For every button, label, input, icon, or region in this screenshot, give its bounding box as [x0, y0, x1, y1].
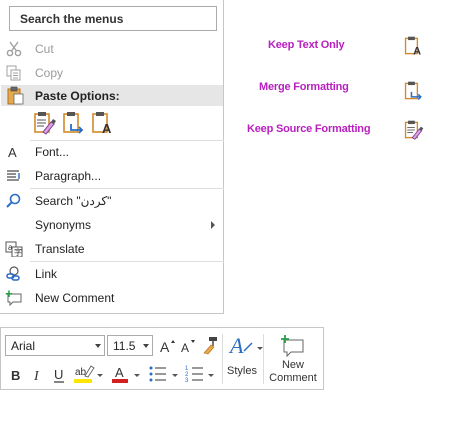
- menu-item-translate[interactable]: a 字 Translate: [0, 237, 224, 261]
- menu-item-link[interactable]: Link: [0, 262, 224, 286]
- translate-icon: a 字: [5, 241, 23, 257]
- paste-options-header: Paste Options:: [1, 85, 223, 106]
- font-size-value: 11.5: [113, 339, 136, 353]
- paragraph-icon: [7, 170, 20, 181]
- menu-item-cut-label: Cut: [35, 42, 54, 56]
- numbering-icon[interactable]: 1 2 3: [185, 364, 205, 384]
- font-color-dropdown-icon[interactable]: [134, 374, 140, 377]
- keep-source-formatting-icon: [404, 120, 424, 140]
- paste-options-label: Paste Options:: [35, 89, 120, 103]
- menu-item-paragraph-label: Paragraph...: [35, 169, 102, 183]
- menu-item-paragraph[interactable]: Paragraph...: [0, 164, 224, 188]
- merge-formatting-caption: Merge Formatting: [259, 81, 349, 93]
- keep-source-formatting-caption: Keep Source Formatting: [247, 123, 371, 135]
- font-name-value: Arial: [11, 339, 36, 353]
- svg-text:A: A: [102, 121, 112, 136]
- font-name-combobox[interactable]: Arial: [5, 335, 105, 356]
- highlight-dropdown-icon[interactable]: [97, 374, 103, 377]
- underline-icon[interactable]: U: [52, 365, 68, 385]
- menu-item-link-label: Link: [35, 267, 58, 281]
- svg-text:A: A: [181, 341, 189, 355]
- menu-item-translate-label: Translate: [35, 242, 85, 256]
- new-comment-icon: [5, 290, 22, 306]
- menu-item-search-label: Search "کردن": [35, 194, 112, 208]
- new-comment-label-line1: New: [281, 359, 304, 371]
- menu-item-copy[interactable]: Copy: [0, 61, 224, 85]
- toolbar-separator: [263, 334, 264, 384]
- search-menus-input[interactable]: Search the menus: [9, 6, 217, 31]
- numbering-dropdown-icon[interactable]: [208, 374, 214, 377]
- format-painter-icon[interactable]: [200, 335, 220, 355]
- new-comment-icon[interactable]: [280, 334, 306, 358]
- italic-icon[interactable]: I: [31, 365, 45, 385]
- search-icon: [6, 193, 21, 208]
- shrink-font-icon[interactable]: A: [179, 336, 199, 356]
- svg-text:A: A: [160, 339, 170, 355]
- bold-icon[interactable]: B: [9, 365, 23, 385]
- submenu-arrow-icon: [211, 221, 215, 229]
- font-size-combobox[interactable]: 11.5: [107, 335, 153, 356]
- menu-item-synonyms-label: Synonyms: [35, 218, 92, 232]
- svg-text:3: 3: [185, 378, 189, 384]
- menu-item-font[interactable]: A Font...: [0, 140, 224, 164]
- svg-text:字: 字: [14, 247, 22, 257]
- menu-item-synonyms[interactable]: Synonyms: [0, 213, 224, 237]
- menu-item-new-comment-label: New Comment: [35, 291, 115, 305]
- keep-text-only-caption: Keep Text Only: [268, 39, 345, 51]
- font-icon: A: [8, 145, 17, 160]
- svg-text:A: A: [115, 365, 124, 380]
- keep-source-formatting-icon[interactable]: [32, 110, 58, 136]
- svg-text:A: A: [8, 145, 17, 160]
- svg-text:A: A: [413, 45, 421, 57]
- menu-item-cut[interactable]: Cut: [0, 37, 224, 61]
- font-color-icon[interactable]: A: [111, 363, 131, 383]
- menu-item-new-comment[interactable]: New Comment: [0, 286, 224, 310]
- styles-icon[interactable]: A: [228, 333, 256, 357]
- keep-text-only-icon[interactable]: A: [90, 110, 116, 136]
- link-icon: [6, 266, 20, 281]
- merge-formatting-icon: [404, 81, 422, 101]
- mini-toolbar: Arial 11.5 A A A Styles New Comment B I: [0, 327, 324, 390]
- bullets-dropdown-icon[interactable]: [172, 374, 178, 377]
- menu-item-copy-label: Copy: [35, 66, 64, 80]
- svg-text:I: I: [33, 369, 40, 384]
- menu-item-font-label: Font...: [35, 145, 70, 159]
- context-menu: Search the menus Cut Copy Paste Options:: [0, 0, 224, 314]
- bullets-icon[interactable]: [148, 364, 168, 384]
- keep-text-only-icon: A: [404, 36, 421, 57]
- menu-item-search[interactable]: Search "کردن": [0, 189, 224, 213]
- svg-text:B: B: [11, 368, 20, 383]
- new-comment-label-line2: Comment: [269, 372, 317, 384]
- styles-label: Styles: [227, 365, 257, 377]
- clipboard-icon: [7, 86, 24, 105]
- svg-text:U: U: [54, 367, 63, 382]
- chevron-down-icon: [143, 344, 149, 348]
- copy-icon: [6, 65, 21, 81]
- chevron-down-icon: [95, 344, 101, 348]
- scissors-icon: [6, 41, 22, 57]
- svg-text:A: A: [228, 333, 244, 357]
- highlight-icon[interactable]: ab: [73, 363, 95, 383]
- grow-font-icon[interactable]: A: [158, 336, 178, 356]
- merge-formatting-icon[interactable]: [61, 110, 87, 136]
